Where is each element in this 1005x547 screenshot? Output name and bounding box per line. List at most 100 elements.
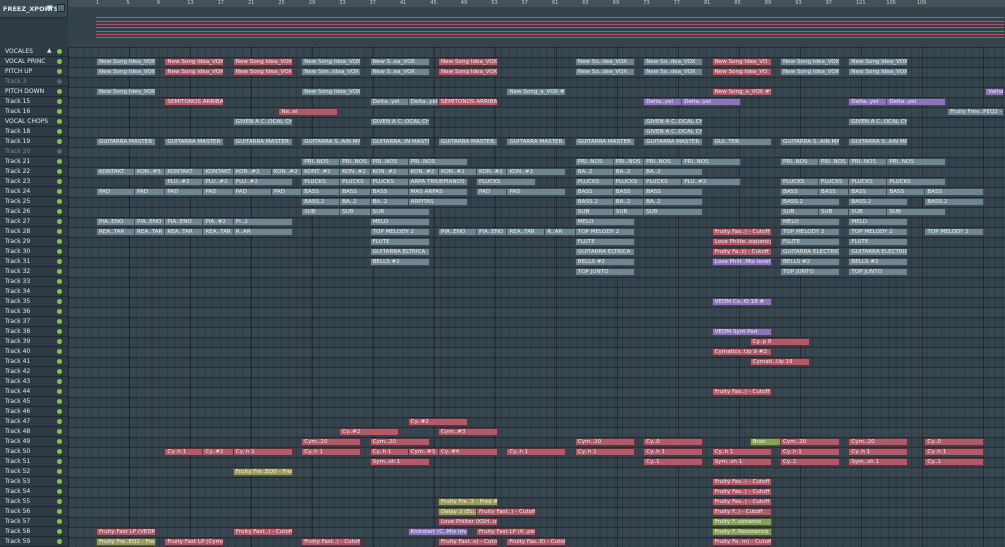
playlist-clip[interactable]: Cy..h 1 bbox=[301, 448, 362, 456]
playlist-clip[interactable]: TOP MELODY 2 bbox=[780, 228, 840, 236]
playlist-clip[interactable]: New Song Idea_VOX bbox=[438, 58, 498, 66]
track-header[interactable]: PITCH UP bbox=[0, 67, 68, 77]
playlist-clip[interactable]: SUB bbox=[643, 208, 704, 216]
playlist-clip[interactable]: PLUCKS bbox=[476, 178, 536, 186]
playlist-clip[interactable]: PRI..NOS bbox=[407, 158, 468, 166]
track-name[interactable]: Track 30 bbox=[5, 248, 30, 255]
playlist-clip[interactable]: Fruity Fas..) - Cutoff bbox=[711, 478, 772, 486]
track-name[interactable]: Track 20 bbox=[5, 148, 30, 155]
playlist-clip[interactable]: New Song Idea_VO bbox=[711, 58, 772, 66]
playlist-clip[interactable]: ARPA TRIUEPIANOS bbox=[407, 178, 468, 186]
playlist-clip[interactable]: Delta..yel bbox=[886, 98, 947, 106]
track-header[interactable]: Track 31 bbox=[0, 257, 68, 267]
track-header[interactable]: Track 38 bbox=[0, 327, 68, 337]
playlist-clip[interactable]: Fruity Fa..m) - Cutoff bbox=[711, 538, 772, 546]
track-mute-led-icon[interactable] bbox=[57, 499, 62, 504]
track-header[interactable]: Track 23 bbox=[0, 177, 68, 187]
track-header[interactable]: Track 53 bbox=[0, 477, 68, 487]
playlist-clip[interactable]: Sym..sh 1 bbox=[369, 458, 430, 466]
playlist-clip[interactable]: Cy..1 bbox=[924, 458, 985, 466]
track-header[interactable]: Track 59 bbox=[0, 537, 68, 547]
track-header[interactable]: Track 37 bbox=[0, 317, 68, 327]
track-header[interactable]: Track 41 bbox=[0, 357, 68, 367]
playlist-grid[interactable]: New Song Idea_VOX New Song Idea_VOX New So… bbox=[68, 47, 1005, 547]
dropdown-arrow-icon[interactable]: ▼ bbox=[47, 4, 52, 12]
playlist-clip[interactable]: VEDM Synt Pad bbox=[711, 328, 772, 336]
track-mute-led-icon[interactable] bbox=[57, 159, 62, 164]
track-header[interactable]: Track 58 bbox=[0, 527, 68, 537]
playlist-clip[interactable]: GUITARRA MASTER bbox=[643, 138, 704, 146]
track-header[interactable]: Track 47 bbox=[0, 417, 68, 427]
track-name[interactable]: Track 48 bbox=[5, 428, 30, 435]
playlist-clip[interactable]: Cym..20 bbox=[369, 438, 430, 446]
track-mute-led-icon[interactable] bbox=[57, 179, 62, 184]
track-name[interactable]: Track 36 bbox=[5, 308, 30, 315]
track-name[interactable]: Track 58 bbox=[5, 528, 30, 535]
playlist-clip[interactable]: GIVEN A C..OCAL CHOP bbox=[848, 118, 909, 126]
track-header[interactable]: Track 29 bbox=[0, 237, 68, 247]
track-mute-led-icon[interactable] bbox=[57, 169, 62, 174]
track-name[interactable]: Track 27 bbox=[5, 218, 30, 225]
track-name[interactable]: Track 45 bbox=[5, 398, 30, 405]
track-header[interactable]: Track 32 bbox=[0, 267, 68, 277]
playlist-clip[interactable]: New S..ea_VOX bbox=[369, 68, 430, 76]
playlist-clip[interactable]: New Song_a_VOX #5 bbox=[711, 88, 772, 96]
track-name[interactable]: PITCH DOWN bbox=[5, 88, 44, 95]
track-header[interactable]: Track 43 bbox=[0, 377, 68, 387]
track-name[interactable]: Track 33 bbox=[5, 278, 30, 285]
playlist-clip[interactable]: New Song Idea_VOX bbox=[780, 58, 840, 66]
playlist-clip[interactable]: Kickstart (C..Mix level bbox=[407, 528, 468, 536]
track-header[interactable]: Track 51 bbox=[0, 457, 68, 467]
playlist-clip[interactable]: TOP MELODY 2 bbox=[924, 228, 985, 236]
playlist-clip[interactable]: TOP JUNTO bbox=[574, 268, 635, 276]
track-header[interactable]: Track 24 bbox=[0, 187, 68, 197]
track-mute-led-icon[interactable] bbox=[57, 189, 62, 194]
track-mute-led-icon[interactable] bbox=[57, 69, 62, 74]
playlist-clip[interactable]: Delta..yel bbox=[681, 98, 742, 106]
track-name[interactable]: Track 15 bbox=[5, 98, 30, 105]
track-name[interactable]: Track 40 bbox=[5, 348, 30, 355]
track-name[interactable]: PITCH UP bbox=[5, 68, 32, 75]
track-header[interactable]: Track 42 bbox=[0, 367, 68, 377]
track-header[interactable]: Track 49 bbox=[0, 437, 68, 447]
track-header[interactable]: Track 33 bbox=[0, 277, 68, 287]
playlist-clip[interactable]: GIVEN A C..OCAL CHOP bbox=[643, 128, 704, 136]
playlist-clip[interactable]: GUITARRA ELECTRICA bbox=[848, 248, 909, 256]
playlist-clip[interactable]: Cy..h 1 bbox=[232, 448, 293, 456]
playlist-clip[interactable]: New Song Idea_VOX bbox=[848, 68, 909, 76]
playlist-clip[interactable]: New So..dea_VOX bbox=[643, 68, 704, 76]
track-name[interactable]: Track 44 bbox=[5, 388, 30, 395]
playlist-clip[interactable]: New Song Idea_VOX bbox=[232, 68, 293, 76]
playlist-clip[interactable]: GUITARRA MASTER bbox=[96, 138, 156, 146]
playlist-clip[interactable]: BASS bbox=[643, 188, 704, 196]
playlist-clip[interactable]: BASS bbox=[924, 188, 985, 196]
playlist-clip[interactable]: GUITARRA MASTER bbox=[438, 138, 498, 146]
track-mute-led-icon[interactable] bbox=[57, 89, 62, 94]
playlist-clip[interactable]: Fruity Fre..EQ0 - Freq bbox=[232, 468, 293, 476]
track-header[interactable]: Track 21 bbox=[0, 157, 68, 167]
track-header[interactable]: Track 3 bbox=[0, 77, 68, 87]
track-name[interactable]: Track 29 bbox=[5, 238, 30, 245]
playlist-clip[interactable]: TOP JUNTO bbox=[848, 268, 909, 276]
track-mute-led-icon[interactable] bbox=[57, 249, 62, 254]
track-header[interactable]: Track 44 bbox=[0, 387, 68, 397]
track-mute-led-icon[interactable] bbox=[57, 439, 62, 444]
playlist-clip[interactable]: GUITARRA MASTER bbox=[574, 138, 635, 146]
track-mute-led-icon[interactable] bbox=[57, 199, 62, 204]
playlist-clip[interactable]: Cy..h 1 bbox=[643, 448, 704, 456]
track-name[interactable]: VOCAL PRINC bbox=[5, 58, 46, 65]
playlist-clip[interactable]: Cy..h 1 bbox=[506, 448, 567, 456]
track-name[interactable]: VOCAL CHOPS bbox=[5, 118, 48, 125]
playlist-clip[interactable]: TOP JUNTO bbox=[780, 268, 840, 276]
playlist-clip[interactable]: GUITARRA S..AIN MAS bbox=[780, 138, 840, 146]
track-mute-led-icon[interactable] bbox=[57, 289, 62, 294]
playlist-clip[interactable]: Cy..h 1 bbox=[848, 448, 909, 456]
track-mute-led-icon[interactable] bbox=[57, 129, 62, 134]
playlist-clip[interactable]: BELLS #2 bbox=[780, 258, 840, 266]
track-header[interactable]: Track 36 bbox=[0, 307, 68, 317]
playlist-clip[interactable]: BASS.2 bbox=[924, 198, 985, 206]
track-mute-led-icon[interactable] bbox=[57, 119, 62, 124]
track-name[interactable]: Track 47 bbox=[5, 418, 30, 425]
playlist-clip[interactable]: PLU..#2 bbox=[681, 178, 742, 186]
playlist-clip[interactable]: New Song Idea_VOX bbox=[164, 58, 225, 66]
